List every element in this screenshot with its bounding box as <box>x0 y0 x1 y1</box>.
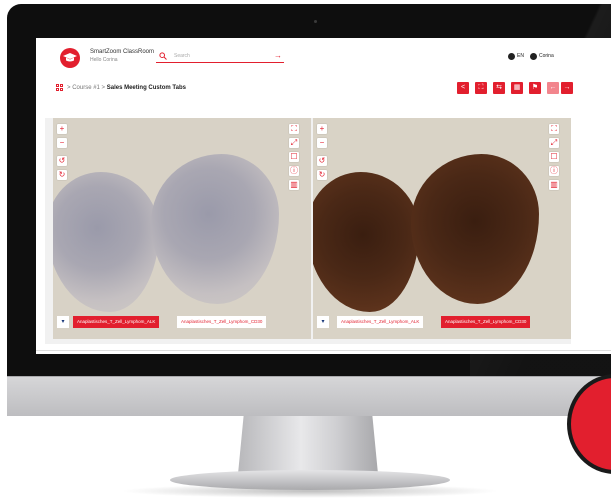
page-title: Sales Meeting Custom Tabs <box>106 85 186 91</box>
camera-dot <box>314 20 317 23</box>
grid-icon[interactable] <box>56 84 64 92</box>
breadcrumb-separator: > <box>101 85 106 91</box>
rotate-left-button[interactable]: ↺ <box>317 156 327 166</box>
app-screen: SmartZoom ClassRoom Hello Corina Search … <box>36 38 611 354</box>
zoom-in-button[interactable]: + <box>317 124 327 134</box>
app-header: SmartZoom ClassRoom Hello Corina Search … <box>36 38 611 74</box>
expand-button[interactable]: ⤢ <box>289 138 299 148</box>
app-logo[interactable] <box>60 48 80 68</box>
viewer-area: + − ↺ ↻ ⛶ ⤢ ☐ ⓘ ▥ ▾ Anaplastisches_T_Zel… <box>45 118 571 344</box>
tissue-section <box>53 172 159 312</box>
imac-mockup: SmartZoom ClassRoom Hello Corina Search … <box>0 0 611 503</box>
layout-button[interactable]: ▦ <box>511 82 523 94</box>
forward-button[interactable]: → <box>561 82 573 94</box>
tab-cd30[interactable]: Anaplastisches_T_Zell_Lymphom_CD30 <box>177 316 267 328</box>
slide-viewer-right[interactable]: + − ↺ ↻ ⛶ ⤢ ☐ ⓘ ▥ ▾ Anaplastisches_T_Zel… <box>313 118 571 339</box>
search-placeholder: Search <box>174 53 190 59</box>
fit-view-button[interactable]: ⛶ <box>289 124 299 134</box>
zoom-out-button[interactable]: − <box>317 138 327 148</box>
info-button[interactable]: ⓘ <box>549 166 559 176</box>
zoom-out-button[interactable]: − <box>57 138 67 148</box>
user-greeting: Hello Corina <box>90 57 118 63</box>
sync-button[interactable]: ⇆ <box>493 82 505 94</box>
fit-view-button[interactable]: ⛶ <box>549 124 559 134</box>
search-input[interactable]: Search → <box>156 51 284 63</box>
fit-button[interactable]: ⛶ <box>475 82 487 94</box>
tabs-toggle-button[interactable]: ▾ <box>317 316 329 328</box>
tab-cd30[interactable]: Anaplastisches_T_Zell_Lymphom_CD30 <box>441 316 531 328</box>
rotate-left-button[interactable]: ↺ <box>57 156 67 166</box>
expand-button[interactable]: ⤢ <box>549 138 559 148</box>
zoom-in-button[interactable]: + <box>57 124 67 134</box>
monitor-chin <box>7 376 611 416</box>
tab-alk[interactable]: Anaplastisches_T_Zell_Lymphom_ALK <box>337 316 424 328</box>
tabs-toggle-button[interactable]: ▾ <box>57 316 69 328</box>
annotation-button[interactable]: ☐ <box>549 152 559 162</box>
globe-icon[interactable] <box>508 53 515 60</box>
language-selector[interactable]: EN <box>517 53 524 59</box>
back-button[interactable]: ← <box>547 82 559 94</box>
share-button[interactable]: < <box>457 82 469 94</box>
user-icon[interactable] <box>530 53 537 60</box>
stand-base <box>170 470 450 490</box>
annotation-button[interactable]: ☐ <box>289 152 299 162</box>
page-toolbar: > Course #1 > Sales Meeting Custom Tabs … <box>36 82 611 96</box>
search-submit-icon[interactable]: → <box>274 51 282 61</box>
tissue-section <box>411 154 539 304</box>
flag-button[interactable]: ⚑ <box>529 82 541 94</box>
monitor-stand <box>238 416 378 474</box>
app-title: SmartZoom ClassRoom <box>90 49 155 55</box>
breadcrumb-course[interactable]: Course #1 <box>72 85 100 91</box>
breadcrumb: > Course #1 > Sales Meeting Custom Tabs <box>67 85 186 91</box>
rotate-right-button[interactable]: ↻ <box>317 170 327 180</box>
tab-alk[interactable]: Anaplastisches_T_Zell_Lymphom_ALK <box>73 316 160 328</box>
tissue-section <box>151 154 279 304</box>
slide-viewer-left[interactable]: + − ↺ ↻ ⛶ ⤢ ☐ ⓘ ▥ ▾ Anaplastisches_T_Zel… <box>53 118 311 339</box>
graduation-cap-icon <box>63 53 77 62</box>
user-name[interactable]: Corina <box>539 53 554 59</box>
map-button[interactable]: ▥ <box>289 180 299 190</box>
info-button[interactable]: ⓘ <box>289 166 299 176</box>
search-icon <box>159 52 167 60</box>
breadcrumb-separator: > <box>67 85 71 91</box>
rotate-right-button[interactable]: ↻ <box>57 170 67 180</box>
tissue-section <box>313 172 419 312</box>
divider <box>36 350 611 351</box>
map-button[interactable]: ▥ <box>549 180 559 190</box>
